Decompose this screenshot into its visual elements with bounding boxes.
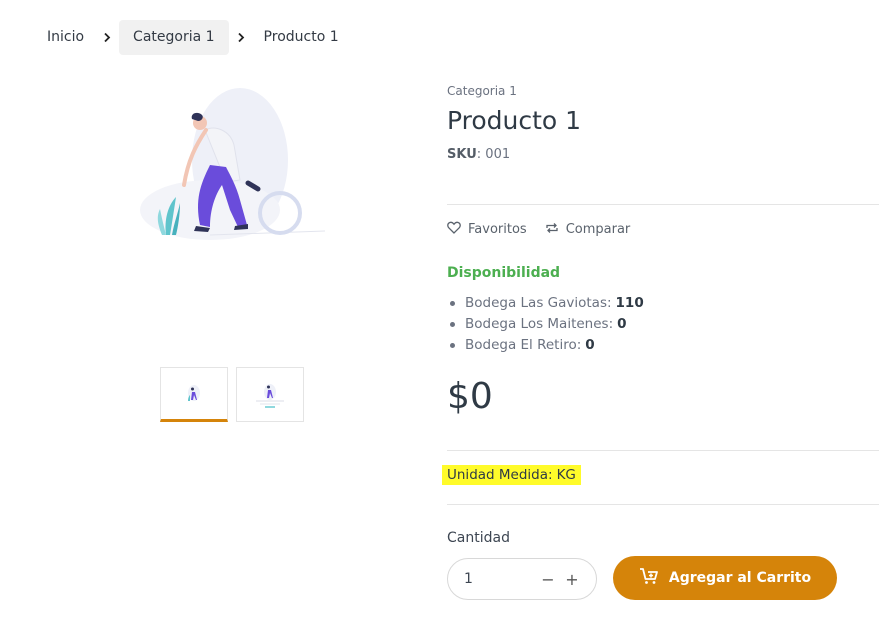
store-qty: 110 <box>615 295 644 311</box>
compare-label: Comparar <box>565 222 631 237</box>
divider <box>447 204 879 205</box>
thumbnail-1[interactable] <box>160 367 228 422</box>
compare-button[interactable]: Comparar <box>545 221 631 238</box>
sku-value: 001 <box>485 147 511 162</box>
product-info: Categoria 1 Producto 1 SKU: 001 <box>447 84 879 162</box>
product-main-image[interactable] <box>130 85 340 255</box>
stock-list: Bodega Las Gaviotas: 110 Bodega Los Maite… <box>447 293 644 356</box>
unit-value: KG <box>556 467 576 483</box>
store-qty: 0 <box>617 316 627 332</box>
product-sku: SKU: 001 <box>447 147 879 162</box>
cart-plus-icon <box>639 567 659 589</box>
quantity-stepper: − + <box>447 558 597 600</box>
divider <box>447 450 879 451</box>
thumbnail-strip <box>160 367 304 422</box>
divider <box>447 504 879 505</box>
compare-arrows-icon <box>545 222 559 238</box>
store-name: Bodega Las Gaviotas: <box>465 295 612 311</box>
thumbnail-2[interactable] <box>236 367 304 422</box>
list-item: Bodega Los Maitenes: 0 <box>447 314 644 335</box>
breadcrumb-home[interactable]: Inicio <box>36 20 95 55</box>
breadcrumb-category[interactable]: Categoria 1 <box>119 20 229 55</box>
favorites-button[interactable]: Favoritos <box>447 221 527 238</box>
decrease-button[interactable]: − <box>538 570 558 589</box>
product-category[interactable]: Categoria 1 <box>447 84 879 98</box>
add-to-cart-label: Agregar al Carrito <box>668 570 812 586</box>
store-qty: 0 <box>585 337 595 353</box>
unit-of-measure: Unidad Medida: KG <box>442 465 581 485</box>
chevron-right-icon <box>95 32 119 43</box>
chevron-right-icon <box>229 32 253 43</box>
breadcrumb-current: Producto 1 <box>263 29 339 45</box>
store-name: Bodega Los Maitenes: <box>465 316 614 332</box>
unit-label: Unidad Medida: <box>447 467 553 483</box>
increase-button[interactable]: + <box>562 570 582 589</box>
breadcrumb: Inicio Categoria 1 Producto 1 <box>36 20 350 55</box>
product-price: $0 <box>447 376 493 417</box>
store-name: Bodega El Retiro: <box>465 337 582 353</box>
favorites-label: Favoritos <box>468 222 527 237</box>
add-to-cart-button[interactable]: Agregar al Carrito <box>613 556 837 600</box>
sku-label: SKU <box>447 147 477 162</box>
heart-icon <box>447 221 461 238</box>
product-actions: Favoritos Comparar <box>447 221 630 238</box>
availability-title: Disponibilidad <box>447 265 561 281</box>
product-title: Producto 1 <box>447 106 582 135</box>
sku-separator: : <box>476 147 482 162</box>
quantity-input[interactable] <box>464 571 534 587</box>
list-item: Bodega El Retiro: 0 <box>447 335 644 356</box>
list-item: Bodega Las Gaviotas: 110 <box>447 293 644 314</box>
quantity-label: Cantidad <box>447 530 510 546</box>
